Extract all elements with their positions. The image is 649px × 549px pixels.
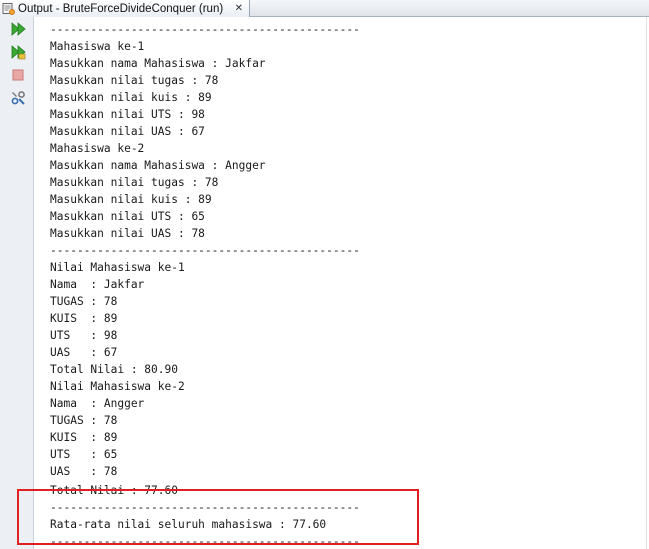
rerun-with-input-icon[interactable] bbox=[10, 44, 26, 60]
console-line: Nilai Mahasiswa ke-2 bbox=[50, 380, 185, 393]
console-line: ----------------------------------------… bbox=[50, 501, 360, 514]
console-line: UAS : 78 bbox=[50, 465, 118, 478]
console-line: UAS : 67 bbox=[50, 346, 118, 359]
console-output[interactable]: ----------------------------------------… bbox=[34, 17, 649, 549]
console-line: ----------------------------------------… bbox=[50, 244, 360, 257]
close-icon[interactable]: ✕ bbox=[235, 3, 243, 14]
console-line: Nilai Mahasiswa ke-1 bbox=[50, 261, 185, 274]
console-line: Masukkan nilai UTS : 65 bbox=[50, 210, 205, 223]
console-line: Masukkan nilai kuis : 89 bbox=[50, 91, 212, 104]
console-line: Mahasiswa ke-2 bbox=[50, 142, 145, 155]
console-line: ----------------------------------------… bbox=[50, 535, 360, 548]
console-line: Rata-rata nilai seluruh mahasiswa : 77.6… bbox=[50, 518, 327, 531]
console-line: Masukkan nilai tugas : 78 bbox=[50, 74, 219, 87]
console-line: Mahasiswa ke-1 bbox=[50, 40, 145, 53]
console-line: Nama : Angger bbox=[50, 397, 145, 410]
console-line: Masukkan nama Mahasiswa : Jakfar bbox=[50, 57, 266, 70]
console-line: Masukkan nama Mahasiswa : Angger bbox=[50, 159, 266, 172]
settings-icon[interactable] bbox=[10, 90, 26, 106]
console-line: UTS : 65 bbox=[50, 448, 118, 461]
console-line: Masukkan nilai UTS : 98 bbox=[50, 108, 205, 121]
tab-output[interactable]: Output - BruteForceDivideConquer (run) ✕ bbox=[0, 0, 250, 17]
console-line: TUGAS : 78 bbox=[50, 295, 118, 308]
console-line: KUIS : 89 bbox=[50, 431, 118, 444]
output-window-icon bbox=[2, 2, 15, 15]
console-line: ----------------------------------------… bbox=[50, 23, 360, 36]
console-line: Masukkan nilai UAS : 67 bbox=[50, 125, 205, 138]
output-tab-bar: Output - BruteForceDivideConquer (run) ✕ bbox=[0, 0, 649, 17]
console-line: Masukkan nilai UAS : 78 bbox=[50, 227, 205, 240]
console-line: KUIS : 89 bbox=[50, 312, 118, 325]
console-line: TUGAS : 78 bbox=[50, 414, 118, 427]
console-line: Total Nilai : 77.60 bbox=[50, 484, 178, 497]
console-line: UTS : 98 bbox=[50, 329, 118, 342]
console-line: Total Nilai : 80.90 bbox=[50, 363, 178, 376]
tab-title: Output - BruteForceDivideConquer (run) bbox=[18, 2, 224, 15]
console-line: Nama : Jakfar bbox=[50, 278, 145, 291]
scroll-edge bbox=[646, 17, 647, 549]
stop-icon[interactable] bbox=[10, 67, 26, 83]
console-line: Masukkan nilai kuis : 89 bbox=[50, 193, 212, 206]
output-toolbar bbox=[0, 17, 34, 549]
console-line: Masukkan nilai tugas : 78 bbox=[50, 176, 219, 189]
rerun-icon[interactable] bbox=[10, 21, 26, 37]
